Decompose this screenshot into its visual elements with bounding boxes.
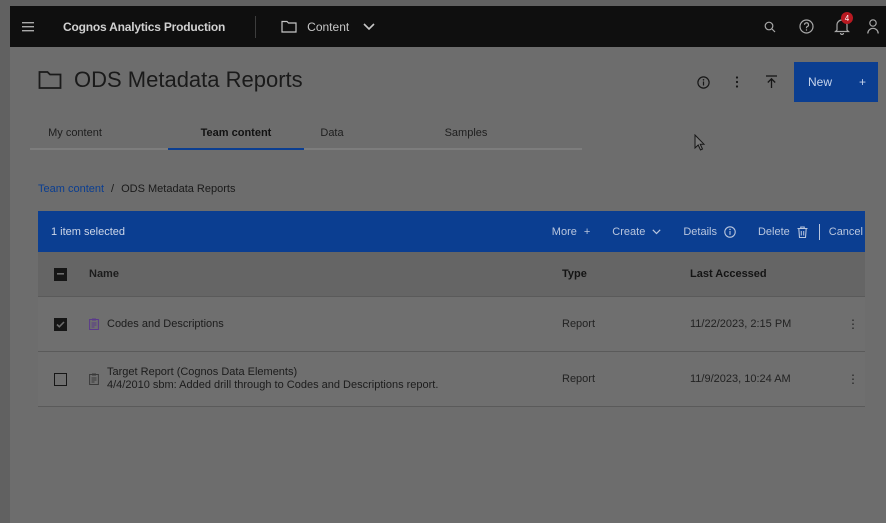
- tab-label: Data: [320, 127, 344, 139]
- report-icon: [89, 373, 99, 385]
- info-icon: [724, 225, 736, 238]
- chevron-down-icon: [363, 22, 375, 30]
- hamburger-menu-icon[interactable]: [10, 21, 46, 32]
- selection-toolbar: 1 item selected More + Create Details De…: [38, 211, 865, 252]
- report-icon: [89, 318, 99, 330]
- row-name-link[interactable]: Target Report (Cognos Data Elements): [107, 366, 438, 379]
- search-icon[interactable]: [752, 6, 788, 47]
- toolbar-divider: [818, 223, 820, 240]
- upload-icon[interactable]: [756, 62, 786, 102]
- delete-button[interactable]: Delete: [758, 226, 808, 238]
- row-checkbox[interactable]: [54, 317, 67, 331]
- new-button[interactable]: New +: [794, 62, 878, 102]
- info-icon[interactable]: [688, 62, 718, 102]
- notification-badge: 4: [841, 12, 853, 24]
- more-label: More: [551, 225, 577, 238]
- trash-icon: [797, 225, 808, 238]
- tab-label: Team content: [200, 127, 272, 139]
- content-panel: ODS Metadata Reports New + My content Te…: [10, 47, 886, 523]
- overflow-menu-icon[interactable]: [722, 62, 752, 102]
- folder-icon: [38, 71, 62, 89]
- create-label: Create: [612, 225, 646, 238]
- app-title: Cognos Analytics Production: [63, 19, 226, 34]
- tab-my-content[interactable]: My content: [30, 123, 120, 148]
- cancel-button[interactable]: Cancel: [829, 226, 863, 238]
- page-title-text: ODS Metadata Reports: [74, 67, 303, 92]
- tab-label: My content: [48, 127, 102, 139]
- row-description: 4/4/2010 sbm: Added drill through to Cod…: [107, 379, 439, 391]
- more-button[interactable]: More +: [552, 226, 591, 238]
- row-type: Report: [562, 373, 596, 385]
- topbar-divider: [255, 15, 257, 38]
- title-actions: New +: [684, 62, 878, 102]
- tab-label: Samples: [444, 127, 488, 139]
- tab-team-content[interactable]: Team content: [168, 123, 304, 150]
- column-header-name[interactable]: Name: [89, 268, 119, 280]
- breadcrumb-link-team-content[interactable]: Team content: [38, 183, 104, 195]
- table-row[interactable]: Codes and Descriptions Report 11/22/2023…: [38, 297, 865, 352]
- content-table: Name Type Last Accessed Codes and Descri…: [38, 252, 865, 407]
- delete-label: Delete: [757, 225, 790, 238]
- breadcrumb-separator: /: [111, 183, 115, 195]
- row-last-accessed: 11/22/2023, 2:15 PM: [690, 318, 792, 330]
- table-row[interactable]: Target Report (Cognos Data Elements) 4/4…: [38, 352, 865, 407]
- tab-samples[interactable]: Samples: [436, 123, 496, 148]
- breadcrumb-current: ODS Metadata Reports: [121, 183, 236, 195]
- create-button[interactable]: Create: [612, 226, 661, 238]
- row-name-link[interactable]: Codes and Descriptions: [107, 318, 224, 330]
- content-tabs: My content Team content Data Samples: [30, 123, 582, 150]
- folder-icon: [281, 20, 297, 33]
- selected-count: 1 item selected: [51, 225, 125, 238]
- mouse-pointer-icon: [694, 134, 706, 151]
- select-all-checkbox[interactable]: [54, 267, 67, 281]
- row-overflow-menu-icon[interactable]: ⋮: [847, 317, 859, 331]
- tab-data[interactable]: Data: [304, 123, 360, 148]
- column-header-last-accessed[interactable]: Last Accessed: [690, 268, 767, 280]
- details-label: Details: [683, 225, 717, 238]
- column-header-type[interactable]: Type: [562, 268, 587, 280]
- details-button[interactable]: Details: [683, 226, 736, 238]
- row-type: Report: [562, 318, 596, 330]
- user-avatar-icon[interactable]: [860, 6, 886, 47]
- table-header-row: Name Type Last Accessed: [38, 252, 865, 297]
- page-title: ODS Metadata Reports: [38, 67, 303, 93]
- help-icon[interactable]: [788, 6, 824, 47]
- row-overflow-menu-icon[interactable]: ⋮: [847, 372, 859, 386]
- content-switcher-label: Content: [307, 19, 350, 34]
- content-switcher[interactable]: Content: [281, 20, 385, 34]
- row-last-accessed: 11/9/2023, 10:24 AM: [690, 373, 791, 385]
- chevron-down-icon: [652, 228, 661, 234]
- notifications-bell-icon[interactable]: 4: [824, 6, 860, 47]
- row-checkbox[interactable]: [54, 372, 67, 386]
- top-navigation-bar: Cognos Analytics Production Content 4: [10, 6, 886, 47]
- breadcrumb: Team content / ODS Metadata Reports: [38, 183, 235, 195]
- new-button-label: New: [808, 75, 833, 89]
- plus-icon: +: [858, 75, 866, 89]
- plus-icon: +: [583, 225, 591, 238]
